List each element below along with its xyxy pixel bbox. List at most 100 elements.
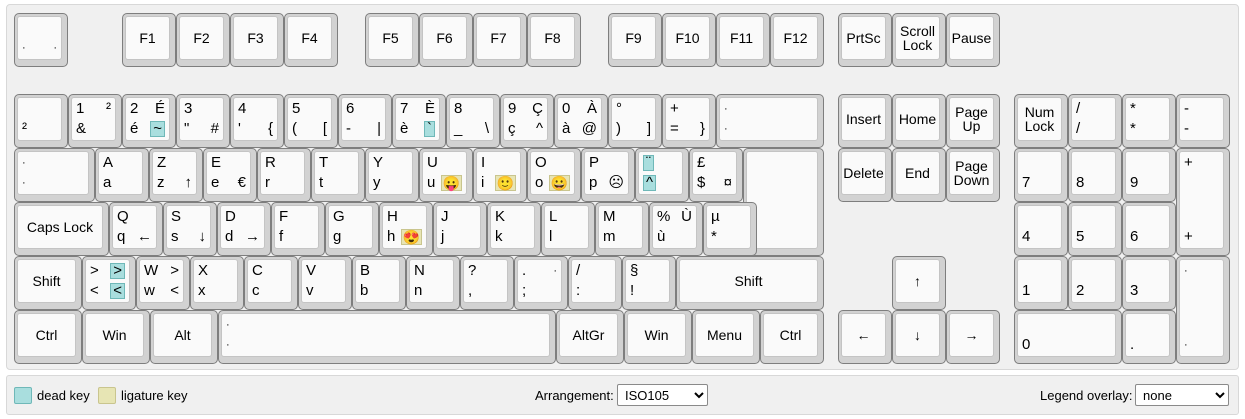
key-keyg[interactable]: gG — [325, 202, 379, 256]
key-delete[interactable]: Delete — [838, 148, 892, 202]
key-numpadmultiply[interactable]: * * — [1122, 94, 1176, 148]
key-numpadsubtract[interactable]: -- — [1176, 94, 1230, 148]
key-bracketright[interactable]: $ £ ¤ — [689, 148, 743, 202]
key-altleft[interactable]: Alt — [150, 310, 218, 364]
key-keya[interactable]: q Q ← — [109, 202, 163, 256]
key-digit3[interactable]: " 3 # — [176, 94, 230, 148]
key-metaright[interactable]: Win — [624, 310, 692, 364]
key-digit2[interactable]: é 2 ~ É — [122, 94, 176, 148]
key-pagedown[interactable]: Page Down — [946, 148, 1000, 202]
key-keys[interactable]: s S ↓ — [163, 202, 217, 256]
key-space[interactable]: · · — [218, 310, 556, 364]
key-minus[interactable]: ) °] — [608, 94, 662, 148]
key-f12[interactable]: F12 — [770, 13, 824, 67]
key-f6[interactable]: F6 — [419, 13, 473, 67]
key-keym[interactable]: ,? — [460, 256, 514, 310]
key-shiftright[interactable]: Shift — [676, 256, 824, 310]
key-numpad6[interactable]: 6 — [1122, 202, 1176, 256]
key-arrowdown[interactable]: ↓ — [892, 310, 946, 364]
legend-overlay-select[interactable]: none — [1135, 384, 1229, 406]
key-keyn[interactable]: nN — [406, 256, 460, 310]
key-numpad3[interactable]: 3 — [1122, 256, 1176, 310]
key-slash[interactable]: ! § — [622, 256, 676, 310]
key-digit5[interactable]: (5 [ — [284, 94, 338, 148]
key-f10[interactable]: F10 — [662, 13, 716, 67]
key-numpaddecimal[interactable]: . — [1122, 310, 1176, 364]
key-keyd[interactable]: d D → — [217, 202, 271, 256]
key-f1[interactable]: F1 — [122, 13, 176, 67]
key-keyc[interactable]: cC — [244, 256, 298, 310]
key-pageup[interactable]: Page Up — [946, 94, 1000, 148]
key-controlright[interactable]: Ctrl — [760, 310, 824, 364]
key-pause[interactable]: Pause — [946, 13, 1000, 67]
key-intlbackslash[interactable]: < > < > — [82, 256, 136, 310]
key-keyh[interactable]: h H 😍 — [379, 202, 433, 256]
key-numpad1[interactable]: 1 — [1014, 256, 1068, 310]
key-keyq[interactable]: aA — [95, 148, 149, 202]
key-keyb[interactable]: bB — [352, 256, 406, 310]
key-end[interactable]: End — [892, 148, 946, 202]
key-keyy[interactable]: yY — [365, 148, 419, 202]
key-numpad4[interactable]: 4 — [1014, 202, 1068, 256]
key-keyt[interactable]: tT — [311, 148, 365, 202]
key-scrolllock[interactable]: Scroll Lock — [892, 13, 946, 67]
key-numpadenter[interactable]: · · — [1176, 256, 1230, 364]
key-digit6[interactable]: - 6 | — [338, 94, 392, 148]
key-keyr[interactable]: rR — [257, 148, 311, 202]
key-f5[interactable]: F5 — [365, 13, 419, 67]
key-backquote[interactable]: ² — [14, 94, 68, 148]
key-digit7[interactable]: è 7 ` È — [392, 94, 446, 148]
key-numpad7[interactable]: 7 — [1014, 148, 1068, 202]
key-numpad9[interactable]: 9 — [1122, 148, 1176, 202]
key-keyo[interactable]: o O 😀 — [527, 148, 581, 202]
key-keyu[interactable]: u U 😛 — [419, 148, 473, 202]
key-tab[interactable]: · · — [14, 148, 95, 202]
key-f8[interactable]: F8 — [527, 13, 581, 67]
key-numpadadd[interactable]: + + — [1176, 148, 1230, 256]
key-digit8[interactable]: _ 8 \ — [446, 94, 500, 148]
key-escape[interactable]: · · — [14, 13, 68, 67]
key-keyf[interactable]: fF — [271, 202, 325, 256]
key-digit9[interactable]: ç 9 ^ Ç — [500, 94, 554, 148]
key-f9[interactable]: F9 — [608, 13, 662, 67]
key-f7[interactable]: F7 — [473, 13, 527, 67]
key-keyi[interactable]: i I 🙂 — [473, 148, 527, 202]
key-keyz[interactable]: w W < > — [136, 256, 190, 310]
key-controlleft[interactable]: Ctrl — [14, 310, 82, 364]
key-altright[interactable]: AltGr — [556, 310, 624, 364]
key-arrowleft[interactable]: ← — [838, 310, 892, 364]
key-keyx[interactable]: xX — [190, 256, 244, 310]
key-arrowup[interactable]: ↑ — [892, 256, 946, 310]
key-shiftleft[interactable]: Shift — [14, 256, 82, 310]
key-semicolon[interactable]: mM — [595, 202, 649, 256]
key-numpad8[interactable]: 8 — [1068, 148, 1122, 202]
key-period[interactable]: : / — [568, 256, 622, 310]
key-keye[interactable]: e E € — [203, 148, 257, 202]
key-backslash[interactable]: * µ — [703, 202, 757, 256]
key-numpaddivide[interactable]: / / — [1068, 94, 1122, 148]
key-f2[interactable]: F2 — [176, 13, 230, 67]
key-backspace[interactable]: · · — [716, 94, 824, 148]
key-digit0[interactable]: à 0 @ À — [554, 94, 608, 148]
key-metaleft[interactable]: Win — [82, 310, 150, 364]
key-numpad5[interactable]: 5 — [1068, 202, 1122, 256]
arrangement-select[interactable]: ISO105 — [617, 384, 708, 406]
key-bracketleft[interactable]: ^ ¨ — [635, 148, 689, 202]
key-keyk[interactable]: kK — [487, 202, 541, 256]
key-keyp[interactable]: p P ☹ — [581, 148, 635, 202]
key-capslock[interactable]: Caps Lock — [14, 202, 109, 256]
key-digit4[interactable]: ' 4 { — [230, 94, 284, 148]
key-numlock[interactable]: Num Lock — [1014, 94, 1068, 148]
key-home[interactable]: Home — [892, 94, 946, 148]
key-keyw[interactable]: z Z ↑ — [149, 148, 203, 202]
key-numpad2[interactable]: 2 — [1068, 256, 1122, 310]
key-numpad0[interactable]: 0 — [1014, 310, 1122, 364]
key-prtsc[interactable]: PrtSc — [838, 13, 892, 67]
key-equal[interactable]: = +} — [662, 94, 716, 148]
key-quote[interactable]: ù% Ù — [649, 202, 703, 256]
key-keyl[interactable]: lL — [541, 202, 595, 256]
key-digit1[interactable]: & 1 ² — [68, 94, 122, 148]
key-f11[interactable]: F11 — [716, 13, 770, 67]
key-f3[interactable]: F3 — [230, 13, 284, 67]
key-keyj[interactable]: jJ — [433, 202, 487, 256]
